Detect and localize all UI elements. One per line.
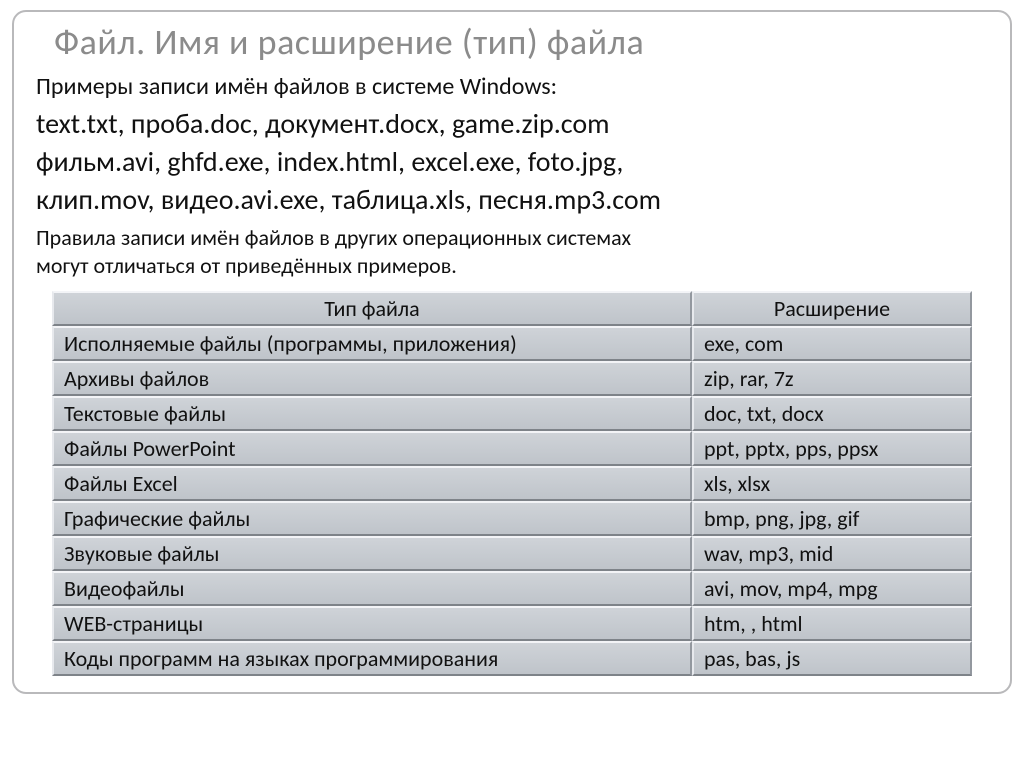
table-row: Архивы файлов zip, rar, 7z xyxy=(52,361,972,396)
table-row: Текстовые файлы doc, txt, docx xyxy=(52,396,972,431)
extensions-table: Тип файла Расширение Исполняемые файлы (… xyxy=(52,291,972,676)
slide-frame: Файл. Имя и расширение (тип) файла Приме… xyxy=(12,10,1012,694)
cell-type: Коды программ на языках программирования xyxy=(52,641,692,676)
slide-title: Файл. Имя и расширение (тип) файла xyxy=(54,20,988,64)
examples-line-2: фильм.avi, ghfd.exe, index.html, excel.e… xyxy=(36,143,988,181)
table-row: Файлы PowerPoint ppt, pptx, pps, ppsx xyxy=(52,431,972,466)
table-row: Звуковые файлы wav, mp3, mid xyxy=(52,536,972,571)
table-row: WEB-страницы htm, , html xyxy=(52,606,972,641)
table-header-row: Тип файла Расширение xyxy=(52,291,972,326)
cell-ext: ppt, pptx, pps, ppsx xyxy=(692,431,972,466)
cell-type: WEB-страницы xyxy=(52,606,692,641)
cell-type: Видеофайлы xyxy=(52,571,692,606)
cell-ext: wav, mp3, mid xyxy=(692,536,972,571)
examples-line-1: text.txt, проба.doc, документ.docx, game… xyxy=(36,105,988,143)
cell-ext: doc, txt, docx xyxy=(692,396,972,431)
table-row: Файлы Excel xls, xlsx xyxy=(52,466,972,501)
cell-ext: bmp, png, jpg, gif xyxy=(692,501,972,536)
cell-type: Архивы файлов xyxy=(52,361,692,396)
note-line-2: могут отличаться от приведённых примеров… xyxy=(36,252,988,280)
table-row: Графические файлы bmp, png, jpg, gif xyxy=(52,501,972,536)
cell-ext: xls, xlsx xyxy=(692,466,972,501)
cell-ext: exe, com xyxy=(692,326,972,361)
examples-line-3: клип.mov, видео.avi.exe, таблица.xls, пе… xyxy=(36,181,988,219)
cell-ext: pas, bas, js xyxy=(692,641,972,676)
cell-type: Файлы Excel xyxy=(52,466,692,501)
cell-ext: htm, , html xyxy=(692,606,972,641)
cell-type: Текстовые файлы xyxy=(52,396,692,431)
header-ext: Расширение xyxy=(692,291,972,326)
examples-block: text.txt, проба.doc, документ.docx, game… xyxy=(36,105,988,218)
table-row: Исполняемые файлы (программы, приложения… xyxy=(52,326,972,361)
cell-type: Исполняемые файлы (программы, приложения… xyxy=(52,326,692,361)
header-type: Тип файла xyxy=(52,291,692,326)
cell-type: Файлы PowerPoint xyxy=(52,431,692,466)
table-row: Коды программ на языках программирования… xyxy=(52,641,972,676)
note-line-1: Правила записи имён файлов в других опер… xyxy=(36,224,988,252)
cell-type: Графические файлы xyxy=(52,501,692,536)
cell-ext: avi, mov, mp4, mpg xyxy=(692,571,972,606)
table-row: Видеофайлы avi, mov, mp4, mpg xyxy=(52,571,972,606)
examples-intro: Примеры записи имён файлов в системе Win… xyxy=(36,72,988,101)
rules-note: Правила записи имён файлов в других опер… xyxy=(36,224,988,279)
cell-ext: zip, rar, 7z xyxy=(692,361,972,396)
cell-type: Звуковые файлы xyxy=(52,536,692,571)
